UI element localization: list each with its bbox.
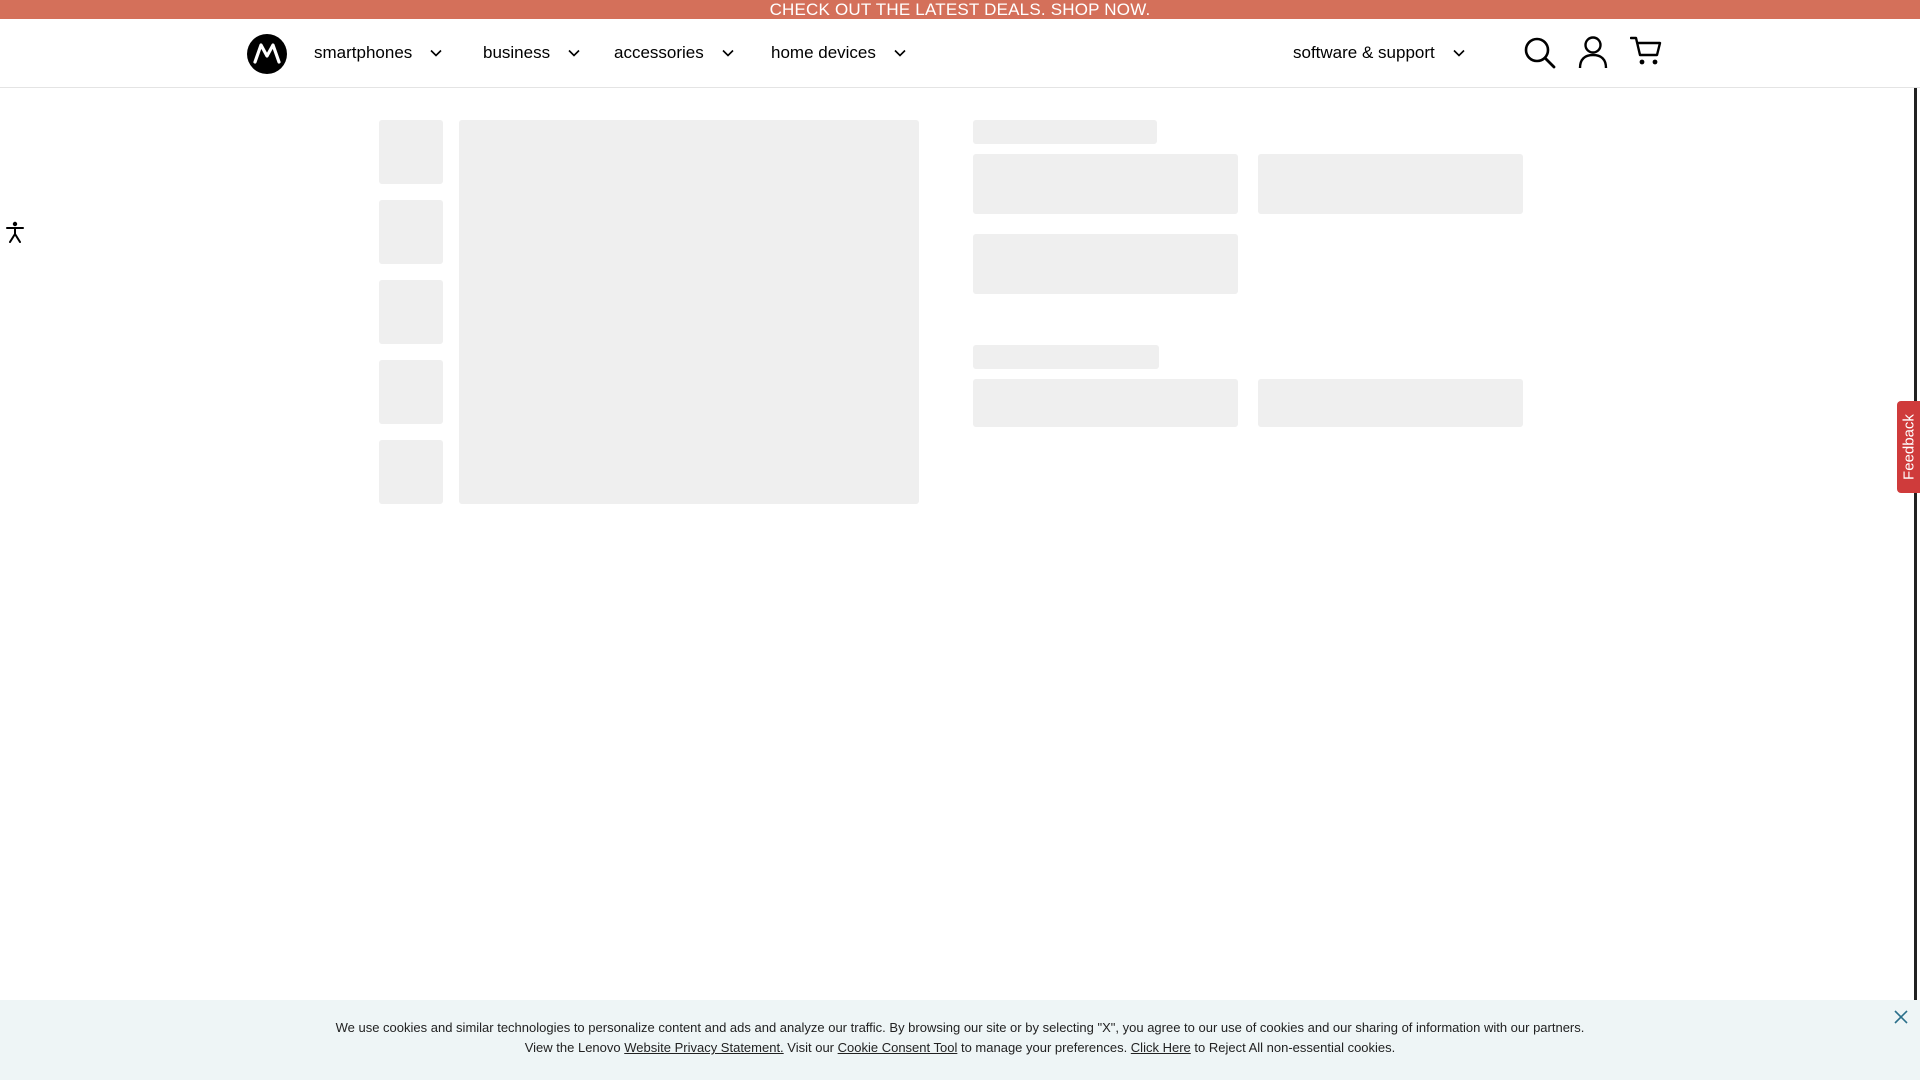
nav-smartphones[interactable]: smartphones [314,19,444,87]
promo-banner-text: CHECK OUT THE LATEST DEALS. SHOP NOW. [769,0,1151,19]
feedback-label: Feedback [1900,414,1917,480]
nav-business[interactable]: business [483,19,582,87]
nav-home-devices[interactable]: home devices [771,19,908,87]
cookie-consent-banner: We use cookies and similar technologies … [0,1000,1920,1080]
account-icon[interactable] [1578,35,1608,69]
scrollbar[interactable] [1914,88,1917,1000]
accessibility-icon[interactable] [5,221,25,243]
main-navigation: smartphones business accessories home de… [0,19,1920,88]
main-image-placeholder [459,120,919,504]
promo-banner[interactable]: CHECK OUT THE LATEST DEALS. SHOP NOW. [0,0,1920,19]
cookie-consent-tool-link[interactable]: Cookie Consent Tool [838,1040,958,1055]
option-placeholder [1258,154,1523,214]
nav-home-devices-label: home devices [771,43,876,62]
nav-software-support-label: software & support [1293,43,1435,62]
option-placeholder [973,234,1238,294]
feedback-tab[interactable]: Feedback [1897,401,1920,493]
thumbnail-placeholder [379,200,443,264]
nav-software-support[interactable]: software & support [1293,19,1467,87]
chevron-down-icon [568,49,580,57]
reject-cookies-link[interactable]: Click Here [1131,1040,1191,1055]
chevron-down-icon [722,49,734,57]
cookie-text-suffix: to Reject All non-essential cookies. [1190,1040,1396,1055]
option-placeholder [973,379,1238,427]
motorola-logo-icon[interactable] [247,34,287,74]
chevron-down-icon [430,49,442,57]
thumbnail-placeholder [379,440,443,504]
cookie-text-mid: Visit our [783,1040,838,1055]
close-icon[interactable] [1893,1009,1909,1025]
chevron-down-icon [1453,49,1465,57]
heading-placeholder [973,345,1159,369]
cart-icon[interactable] [1630,36,1662,66]
nav-business-label: business [483,43,551,62]
chevron-down-icon [894,49,906,57]
privacy-statement-link[interactable]: Website Privacy Statement. [624,1040,783,1055]
heading-placeholder [973,120,1157,144]
nav-accessories[interactable]: accessories [614,19,736,87]
thumbnail-placeholder [379,280,443,344]
thumbnail-placeholder [379,120,443,184]
nav-accessories-label: accessories [614,43,704,62]
thumbnail-placeholder [379,360,443,424]
cookie-text-mid2: to manage your preferences. [957,1040,1131,1055]
option-placeholder [1258,379,1523,427]
search-icon[interactable] [1523,36,1557,70]
option-placeholder [973,154,1238,214]
cookie-text-prefix: View the Lenovo [524,1040,625,1055]
nav-smartphones-label: smartphones [314,43,413,62]
cookie-message: We use cookies and similar technologies … [335,1020,1585,1035]
cookie-links-line: View the Lenovo Website Privacy Statemen… [0,1040,1920,1055]
